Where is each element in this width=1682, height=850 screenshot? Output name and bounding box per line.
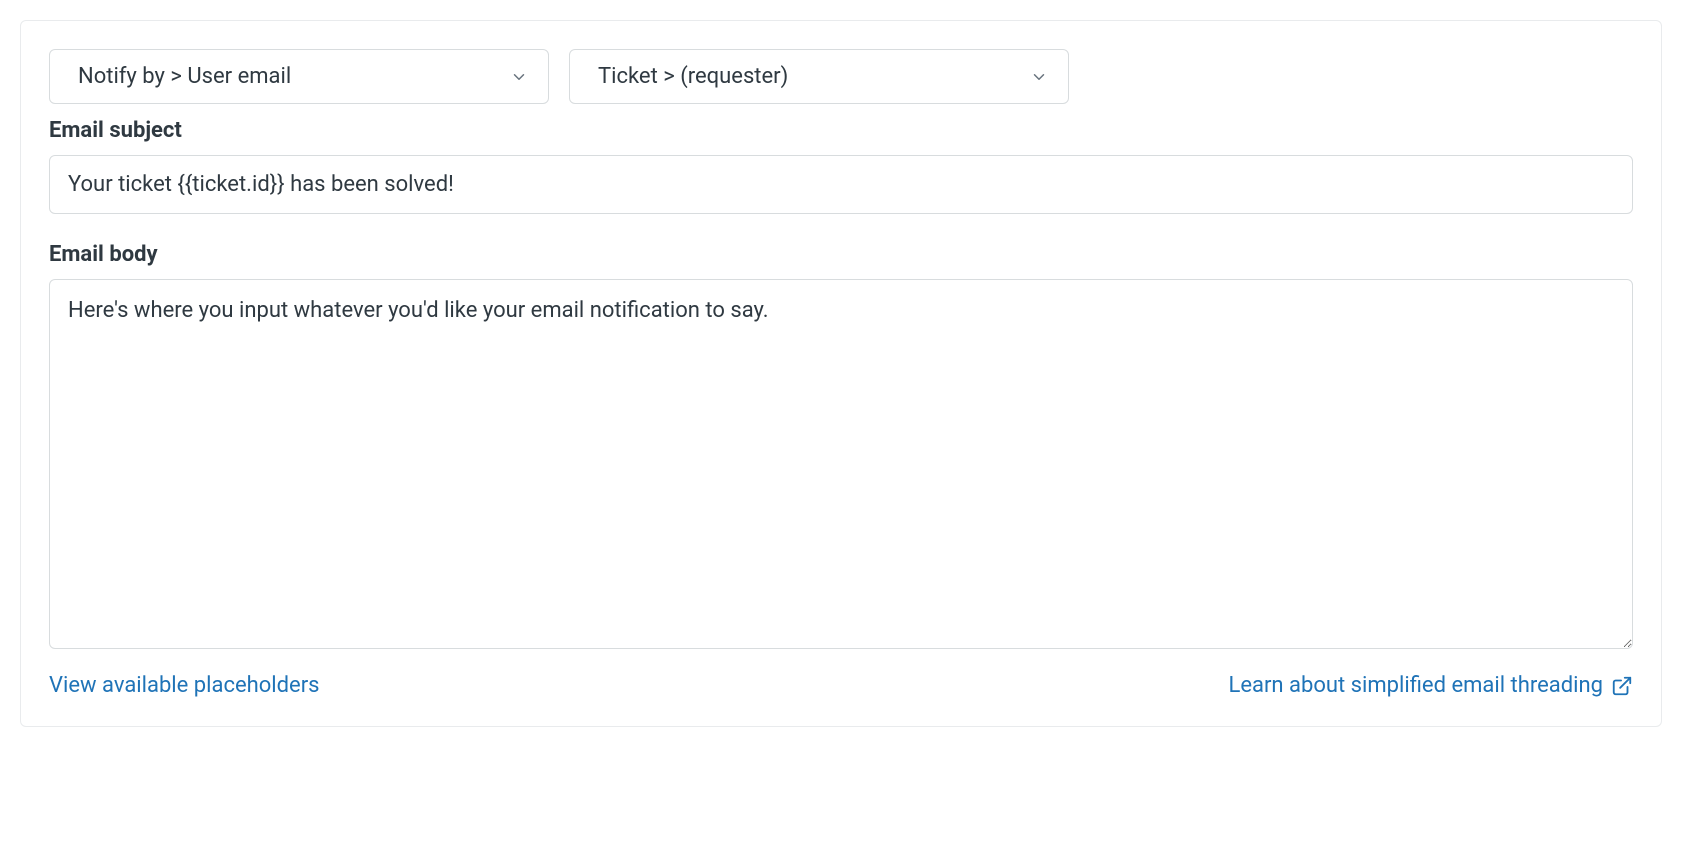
notify-by-dropdown[interactable]: Notify by > User email	[49, 49, 549, 104]
chevron-down-icon	[1030, 68, 1048, 86]
email-body-label: Email body	[49, 242, 1633, 267]
action-dropdown-row: Notify by > User email Ticket > (request…	[49, 49, 1633, 104]
footer-links: View available placeholders Learn about …	[49, 673, 1633, 698]
notify-by-value: Notify by > User email	[78, 64, 291, 89]
email-subject-input[interactable]	[49, 155, 1633, 214]
learn-threading-label: Learn about simplified email threading	[1228, 673, 1603, 698]
view-placeholders-link[interactable]: View available placeholders	[49, 673, 320, 698]
view-placeholders-label: View available placeholders	[49, 673, 320, 698]
recipient-dropdown[interactable]: Ticket > (requester)	[569, 49, 1069, 104]
chevron-down-icon	[510, 68, 528, 86]
email-subject-section: Email subject	[49, 118, 1633, 214]
email-notification-panel: Notify by > User email Ticket > (request…	[20, 20, 1662, 727]
email-body-textarea[interactable]	[49, 279, 1633, 649]
email-subject-label: Email subject	[49, 118, 1633, 143]
email-body-section: Email body	[49, 242, 1633, 653]
external-link-icon	[1611, 675, 1633, 697]
learn-threading-link[interactable]: Learn about simplified email threading	[1228, 673, 1633, 698]
recipient-value: Ticket > (requester)	[598, 64, 788, 89]
